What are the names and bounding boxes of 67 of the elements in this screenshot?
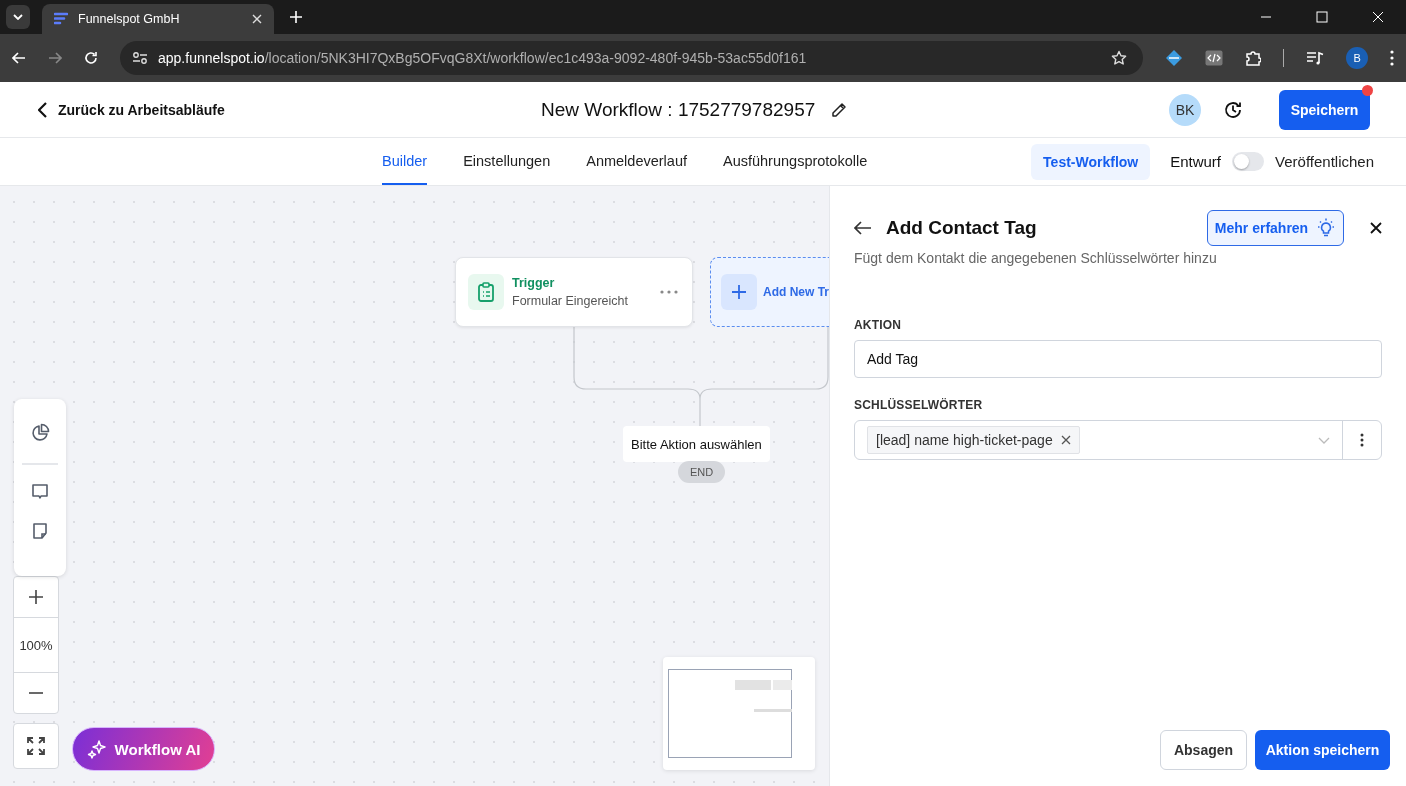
test-workflow-button[interactable]: Test-Workflow xyxy=(1031,143,1151,180)
fit-view-button[interactable] xyxy=(13,723,59,769)
nav-tab[interactable]: Einstellungen xyxy=(463,138,551,185)
sticky-note-icon[interactable] xyxy=(32,523,48,539)
tab-search-button[interactable] xyxy=(6,5,30,29)
end-node: END xyxy=(678,461,725,483)
field-label: AKTION xyxy=(854,318,903,332)
plus-icon xyxy=(29,590,43,604)
panel-description: Fügt dem Kontakt die angegebenen Schlüsselwörter hinzu xyxy=(854,250,1218,266)
logo-icon xyxy=(54,12,68,26)
trigger-card[interactable]: Trigger Formular Eingereicht xyxy=(455,257,693,327)
chevron-down-icon xyxy=(1318,436,1330,444)
kebab-menu-icon[interactable] xyxy=(1390,50,1394,66)
lightbulb-icon xyxy=(1316,218,1337,238)
reload-icon[interactable] xyxy=(84,51,98,65)
cancel-button[interactable]: Absagen xyxy=(1160,730,1247,770)
more-options-icon[interactable] xyxy=(660,290,678,294)
nav-tab[interactable]: Ausführungsprotokolle xyxy=(722,138,868,185)
panel-title: Add Contact Tag xyxy=(886,217,1037,239)
minus-icon xyxy=(29,692,43,694)
bookmark-star-icon[interactable] xyxy=(1111,50,1128,66)
history-icon[interactable] xyxy=(1223,99,1243,120)
comment-icon[interactable] xyxy=(31,483,49,501)
url-text: app.funnelspot.io/location/5NK3HI7QxBg5OFvqG8Xt/workflow/ec1c493a-9092-480f-945b-53ac55d0f161 xyxy=(158,50,807,66)
expand-arrows-icon xyxy=(27,737,45,755)
back-arrow-icon[interactable] xyxy=(854,221,872,235)
profile-avatar[interactable]: B xyxy=(1346,47,1368,69)
puzzle-piece-icon[interactable] xyxy=(1245,50,1262,66)
workflow-title: New Workflow : 1752779782957 xyxy=(541,98,816,121)
code-icon[interactable] xyxy=(1205,50,1224,66)
back-link[interactable]: Zurück zu Arbeitsabläufe xyxy=(38,101,458,118)
keyword-tag: [lead] name high-ticket-page xyxy=(867,426,1080,454)
close-icon[interactable] xyxy=(1370,222,1382,234)
trigger-title: Trigger xyxy=(512,276,556,290)
trigger-subtitle: Formular Eingereicht xyxy=(512,294,629,308)
draft-label: Entwurf xyxy=(1170,153,1222,170)
save-action-button[interactable]: Aktion speichern xyxy=(1255,730,1390,770)
edit-pencil-icon[interactable] xyxy=(831,101,848,118)
sparkles-icon xyxy=(86,739,107,759)
user-avatar[interactable]: BK xyxy=(1169,93,1201,126)
clipboard-icon xyxy=(468,274,504,310)
add-trigger-card[interactable]: Add New Tr xyxy=(710,257,829,327)
maximize-icon[interactable] xyxy=(1316,11,1328,23)
media-queue-icon[interactable] xyxy=(1306,51,1325,65)
browser-tab[interactable]: Funnelspot GmbH xyxy=(42,4,274,34)
publish-label: Veröffentlichen xyxy=(1275,153,1374,170)
chevron-down-icon xyxy=(13,14,23,20)
action-placeholder[interactable]: Bitte Aktion auswählen xyxy=(623,426,770,462)
chevron-left-icon xyxy=(38,101,48,118)
workflow-ai-button[interactable]: Workflow AI xyxy=(72,727,215,771)
extension-icon[interactable] xyxy=(1165,49,1184,67)
tab-title: Funnelspot GmbH xyxy=(78,12,181,26)
site-settings-icon[interactable] xyxy=(132,51,148,65)
plus-icon[interactable] xyxy=(290,11,302,23)
learn-more-button[interactable]: Mehr erfahren xyxy=(1207,210,1344,246)
field-label: SCHLÜSSELWÖRTER xyxy=(854,398,984,412)
pie-chart-icon[interactable] xyxy=(30,423,50,443)
zoom-level: 100% xyxy=(14,617,58,673)
nav-tab[interactable]: Anmeldeverlauf xyxy=(586,138,687,185)
remove-icon[interactable] xyxy=(1060,435,1071,445)
publish-toggle[interactable] xyxy=(1232,152,1265,171)
action-input[interactable]: Add Tag xyxy=(854,340,1382,378)
add-trigger-label: Add New Tr xyxy=(763,285,829,299)
kebab-menu-icon xyxy=(1360,433,1364,447)
forward-arrow-icon[interactable] xyxy=(48,52,62,64)
plus-icon xyxy=(721,274,757,310)
address-bar[interactable]: app.funnelspot.io/location/5NK3HI7QxBg5OFvqG8Xt/workflow/ec1c493a-9092-480f-945b-53ac55d0f161 xyxy=(120,41,1144,75)
